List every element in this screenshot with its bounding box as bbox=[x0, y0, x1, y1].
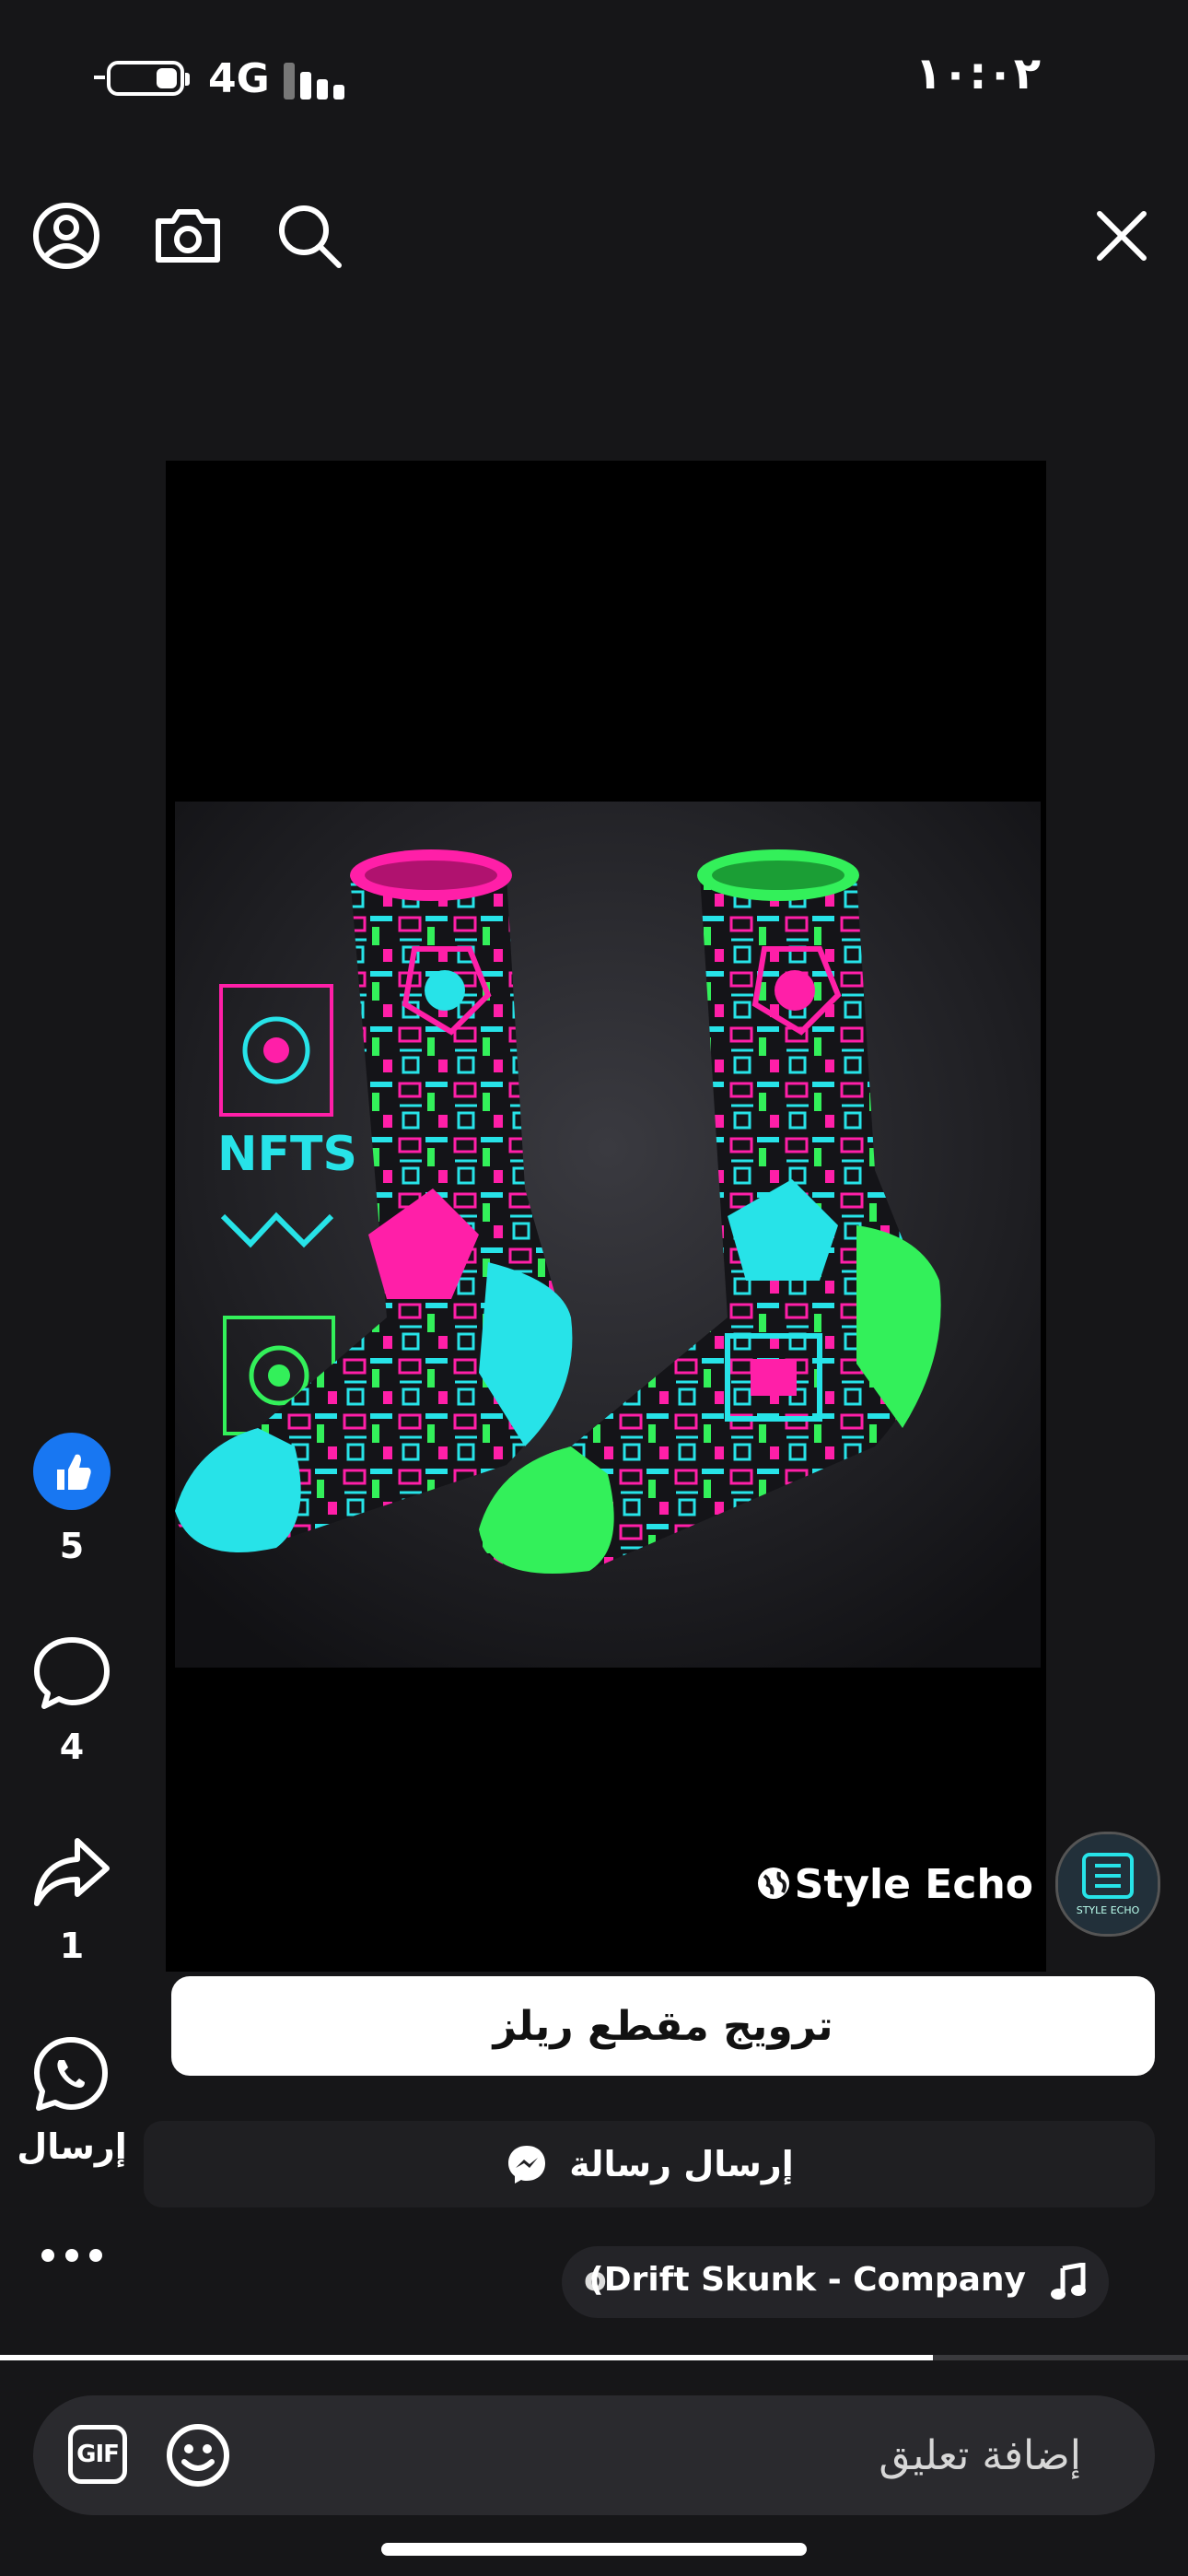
send-label[interactable]: إرسال bbox=[0, 2126, 146, 2167]
video-progress-fill bbox=[0, 2355, 933, 2360]
status-time: ١٠:٠٢ bbox=[914, 48, 1041, 100]
comment-bar[interactable]: GIF إضافة تعليق bbox=[33, 2395, 1155, 2515]
camera-icon[interactable] bbox=[153, 201, 223, 271]
send-message-button[interactable]: إرسال رسالة bbox=[144, 2121, 1155, 2207]
nfts-label: NFTS bbox=[217, 1127, 357, 1182]
whatsapp-icon[interactable] bbox=[31, 2034, 111, 2113]
music-pill[interactable]: o (Drift Skunk - Company bbox=[562, 2246, 1109, 2318]
emoji-icon[interactable] bbox=[166, 2423, 230, 2488]
comment-count: 4 bbox=[59, 1727, 85, 1767]
comment-button[interactable] bbox=[31, 1633, 112, 1714]
send-message-label: إرسال رسالة bbox=[569, 2144, 794, 2184]
globe-icon bbox=[758, 1868, 789, 1899]
like-count: 5 bbox=[59, 1526, 85, 1566]
music-note-icon bbox=[1051, 2263, 1086, 2300]
promote-reel-button[interactable]: ترويج مقطع ريلز bbox=[171, 1976, 1155, 2076]
home-indicator bbox=[381, 2543, 807, 2556]
author-avatar[interactable]: STYLE ECHO bbox=[1055, 1832, 1160, 1937]
avatar-label: STYLE ECHO bbox=[1077, 1904, 1140, 1916]
close-icon[interactable] bbox=[1087, 201, 1157, 271]
comment-input[interactable]: إضافة تعليق bbox=[879, 2432, 1081, 2479]
search-icon[interactable] bbox=[274, 201, 344, 271]
network-type: 4G bbox=[208, 55, 270, 102]
like-button[interactable] bbox=[33, 1433, 111, 1510]
share-button[interactable] bbox=[31, 1833, 112, 1911]
promote-label: ترويج مقطع ريلز bbox=[493, 2002, 833, 2050]
music-track: (Drift Skunk - Company bbox=[588, 2261, 1026, 2299]
video-progress[interactable] bbox=[0, 2355, 1188, 2360]
gif-icon[interactable]: GIF bbox=[68, 2425, 127, 2484]
author-name[interactable]: Style Echo bbox=[795, 1861, 1033, 1908]
signal-icon bbox=[284, 63, 348, 100]
battery-icon bbox=[94, 61, 190, 96]
share-count: 1 bbox=[59, 1926, 85, 1966]
socks-image: NFTS bbox=[175, 802, 1041, 1668]
more-icon[interactable] bbox=[41, 2246, 103, 2265]
messenger-icon bbox=[508, 2146, 546, 2184]
profile-icon[interactable] bbox=[31, 201, 101, 271]
